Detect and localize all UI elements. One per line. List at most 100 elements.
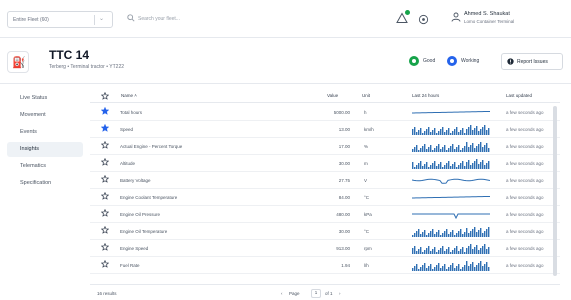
sparkline-bar	[458, 165, 460, 169]
sparkline-bar	[458, 145, 460, 152]
star-outline-icon[interactable]	[101, 92, 109, 100]
column-header-unit[interactable]: Unit	[362, 93, 370, 98]
table-row[interactable]: Total hours 5000.00 h a few seconds ago	[90, 104, 560, 121]
column-header-name[interactable]: Name ˄	[121, 93, 137, 98]
sparkline-bar	[456, 167, 458, 169]
column-header-value[interactable]: Value	[327, 93, 338, 98]
sparkline-bar	[450, 265, 452, 271]
star-outline-icon[interactable]	[101, 260, 109, 268]
table-row[interactable]: Engine Coolant Temperature 84.00 °C a few s…	[90, 189, 560, 206]
sparkline-bar	[486, 229, 488, 237]
table-header: Name ˄ Value Unit Last 24 hours Last upd…	[90, 89, 560, 103]
page-number-input[interactable]: 1	[311, 289, 321, 298]
sparkline-line	[412, 110, 490, 114]
sidebar-item-label: Telematics	[20, 163, 46, 169]
star-outline-icon[interactable]	[101, 141, 109, 149]
sparkline-bar	[458, 264, 460, 271]
notifications-button[interactable]	[396, 10, 410, 25]
sparkline-bar	[488, 247, 490, 254]
sparkline-bar	[456, 147, 458, 152]
sparkline-bar	[430, 165, 432, 169]
table-row[interactable]: Speed 13.00 km/h a few seconds ago	[90, 121, 560, 138]
sparkline-bar	[412, 162, 414, 169]
user-menu[interactable]: Ahmed S. Shaukat Lomo Container Terminal	[451, 8, 566, 30]
star-outline-icon[interactable]	[101, 209, 109, 217]
row-name: Engine Speed	[120, 246, 149, 251]
sparkline-bar	[436, 146, 438, 152]
column-header-last-updated[interactable]: Last updated	[506, 93, 532, 98]
sparkline-bar	[440, 129, 442, 135]
sparkline-bar	[466, 129, 468, 135]
help-button[interactable]	[418, 12, 429, 25]
star-outline-icon[interactable]	[101, 226, 109, 234]
table-row[interactable]: Battery Voltage 27.75 Va few seconds ago	[90, 172, 560, 189]
sparkline-bar	[450, 146, 452, 152]
sidebar-item-live-status[interactable]: Live Status	[7, 91, 83, 106]
sparkline-bar	[468, 246, 470, 254]
sparkline-bar	[414, 127, 416, 135]
sparkline-bar	[448, 161, 450, 169]
search-icon	[127, 14, 135, 22]
sparkline-bar	[428, 233, 430, 237]
table-row[interactable]: Actual Engine - Percent Torque 17.00% a fe…	[90, 138, 560, 155]
sparkline-bar	[414, 246, 416, 254]
prev-page-icon[interactable]: ‹	[281, 291, 283, 296]
row-name: Engine Oil Pressure	[120, 212, 161, 217]
sparkline-bar	[434, 247, 436, 254]
sidebar-item-insights[interactable]: Insights	[7, 142, 83, 157]
table-row[interactable]: Engine Speed 913.00 rpm a few seconds ago	[90, 240, 560, 257]
sparkline-bar	[444, 145, 446, 152]
table-row[interactable]: Fuel Rate 1.94 l/h a few seconds ago	[90, 257, 560, 274]
row-value: 84.00	[338, 195, 350, 200]
sparkline-bar	[474, 247, 476, 254]
sidebar-item-telematics[interactable]: Telematics	[7, 159, 83, 174]
sparkline-bar	[480, 261, 482, 271]
sparkline-bar	[440, 248, 442, 254]
scrollbar[interactable]	[553, 106, 557, 276]
star-filled-icon[interactable]	[101, 124, 109, 132]
row-unit: h	[364, 110, 367, 115]
sidebar-item-movement[interactable]: Movement	[7, 108, 83, 123]
sparkline-chart	[412, 195, 490, 199]
sparkline-bar	[446, 249, 448, 254]
row-value: 13.00	[338, 127, 350, 132]
status-label: Good	[423, 58, 436, 64]
sparkline-bar	[418, 249, 420, 254]
sidebar: Live Status Movement Events Insights Tel…	[0, 84, 88, 300]
search-input[interactable]: Search your fleet...	[124, 11, 274, 28]
sparkline-bar	[430, 132, 432, 135]
next-page-icon[interactable]: ›	[339, 291, 341, 296]
sparkline-bar	[458, 251, 460, 254]
sparkline-bar	[454, 129, 456, 135]
report-issues-button[interactable]: Report Issues	[501, 53, 563, 70]
sparkline-chart	[412, 261, 490, 271]
fleet-select[interactable]: Entire Fleet (60) ⌄	[7, 11, 113, 28]
row-last-updated: a few seconds ago	[506, 195, 544, 200]
sparkline-bar	[480, 228, 482, 237]
sparkline-bar	[438, 164, 440, 169]
sparkline-bar	[446, 229, 448, 237]
sparkline-bar	[464, 146, 466, 152]
sparkline-bar	[426, 268, 428, 271]
sparkline-bar	[436, 252, 438, 254]
star-filled-icon[interactable]	[101, 107, 109, 115]
star-outline-icon[interactable]	[101, 192, 109, 200]
star-outline-icon[interactable]	[101, 243, 109, 251]
sparkline-bar	[482, 266, 484, 271]
sparkline-bar	[480, 162, 482, 169]
sidebar-item-events[interactable]: Events	[7, 125, 83, 140]
row-unit: rpm	[364, 246, 372, 251]
sparkline-bar	[474, 227, 476, 237]
sparkline-bar	[468, 127, 470, 135]
table-row[interactable]: Engine Oil Pressure 480.00 kPa a few second…	[90, 206, 560, 223]
row-unit: l/h	[364, 263, 369, 268]
sparkline-bar	[428, 127, 430, 135]
table-row[interactable]: Altitude 30.00 m a few seconds ago	[90, 155, 560, 172]
star-outline-icon[interactable]	[101, 175, 109, 183]
sparkline-bar	[440, 235, 442, 237]
row-unit: °C	[364, 195, 370, 200]
table-row[interactable]: Engine Oil Temperature 30.00 °C a few secon…	[90, 223, 560, 240]
sparkline-bar	[488, 148, 490, 152]
sidebar-item-specification[interactable]: Specification	[7, 176, 83, 191]
star-outline-icon[interactable]	[101, 158, 109, 166]
